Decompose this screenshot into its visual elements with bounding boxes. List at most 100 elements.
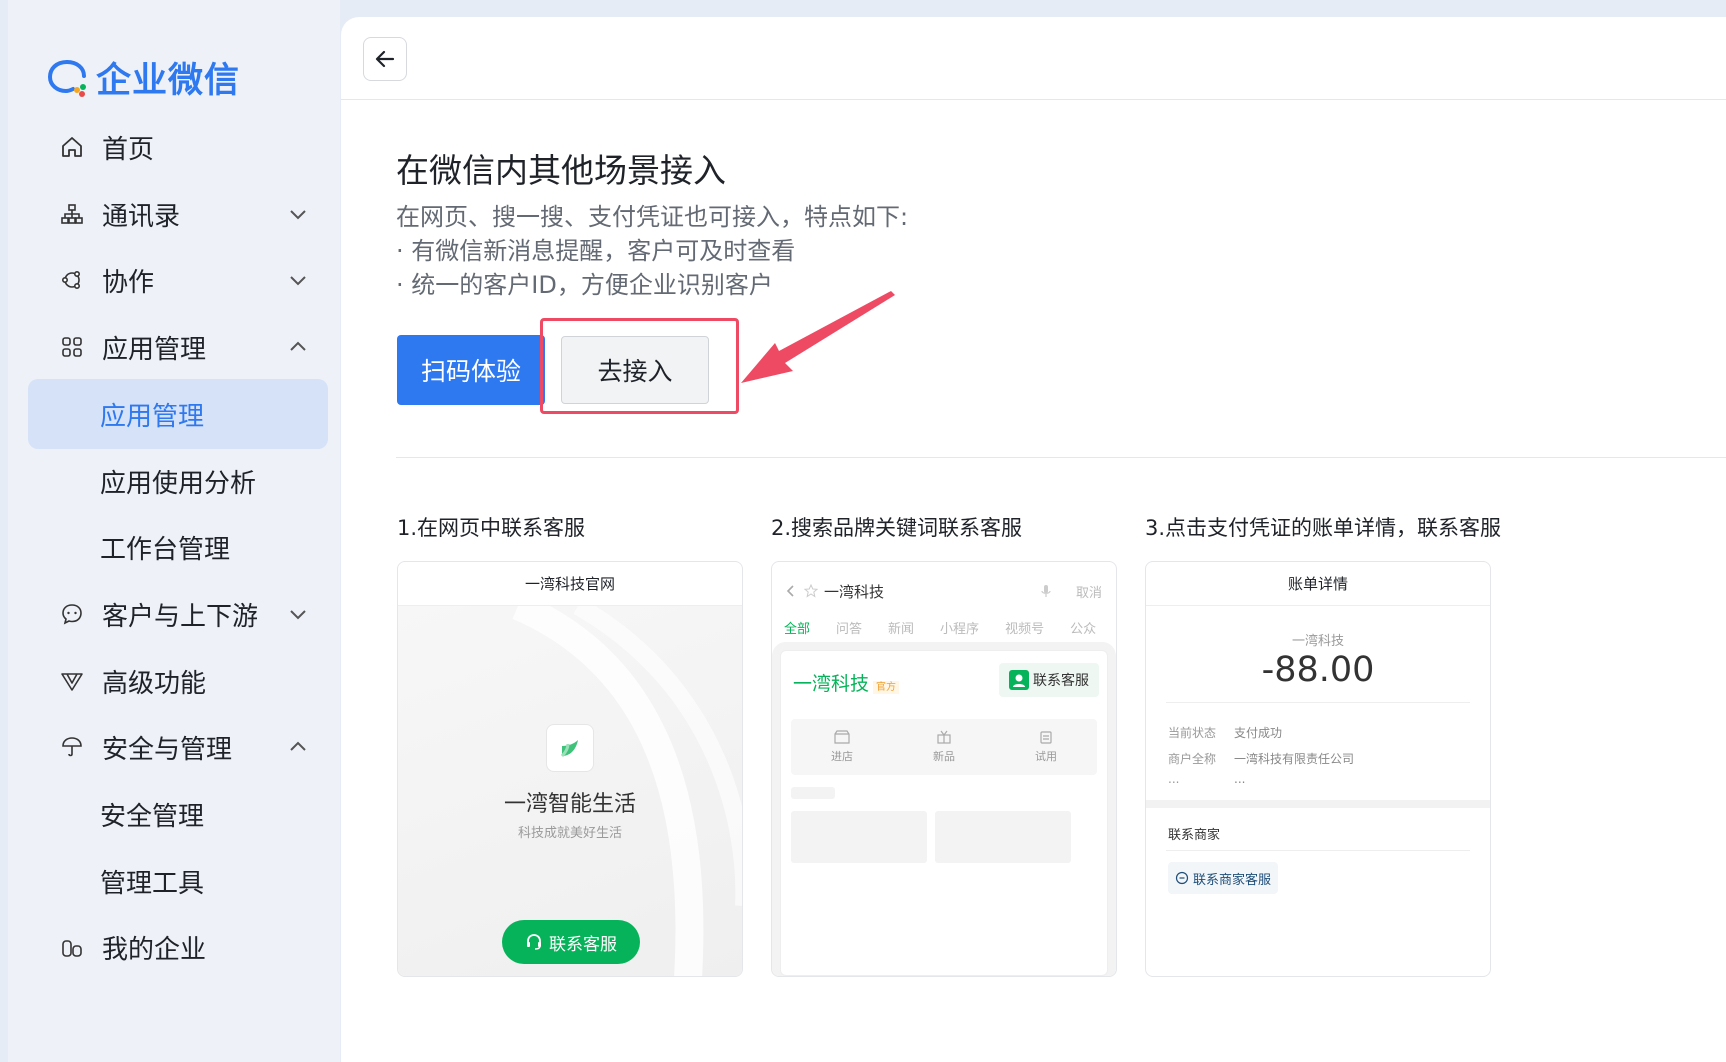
sidebar-item-advanced[interactable]: 高级功能 bbox=[28, 646, 328, 716]
tab-channels: 视频号 bbox=[1005, 622, 1045, 637]
contact-cs-label: 联系客服 bbox=[1033, 673, 1089, 689]
headset-icon bbox=[527, 934, 541, 950]
tab-official: 公众 bbox=[1070, 622, 1097, 637]
bill-row-key: ... bbox=[1168, 772, 1180, 786]
logo-text: 企业微信 bbox=[96, 61, 241, 101]
diamond-icon bbox=[58, 667, 86, 695]
main-panel: 在微信内其他场景接入 在网页、搜一搜、支付凭证也可接入，特点如下: · 有微信新… bbox=[341, 17, 1726, 1062]
quick-actions: 进店 新品 试用 bbox=[791, 719, 1097, 775]
brand-title: 一湾科技 官方 bbox=[793, 669, 900, 696]
brand-slogan: 科技成就美好生活 bbox=[517, 826, 622, 841]
umbrella-icon bbox=[58, 733, 86, 761]
chevron-down-icon bbox=[290, 610, 306, 620]
divider bbox=[396, 457, 1726, 458]
chevron-down-icon bbox=[290, 276, 306, 286]
tab-all: 全部 bbox=[784, 622, 811, 637]
brand-name: 一湾智能生活 bbox=[503, 792, 636, 817]
bill-row: ... ... bbox=[1168, 772, 1245, 786]
placeholder-block bbox=[935, 811, 1071, 863]
step-label: 3.点击支付凭证的账单详情，联系客服 bbox=[1145, 516, 1502, 540]
sidebar-item-collab[interactable]: 协作 bbox=[28, 245, 328, 315]
chevron-up-icon bbox=[290, 341, 306, 351]
tab-miniprogram: 小程序 bbox=[940, 622, 980, 637]
bill-row-value: 一湾科技有限责任公司 bbox=[1234, 752, 1355, 766]
sidebar-item-label: 工作台管理 bbox=[100, 534, 231, 565]
brand-name: 一湾科技 bbox=[793, 673, 870, 695]
contact-cs-button: 联系客服 bbox=[999, 663, 1099, 697]
bill-amount: -88.00 bbox=[1261, 650, 1375, 690]
preview-card-webpage: 一湾科技官网 一湾智能生活 科技成就美好生活 联系客服 bbox=[397, 561, 743, 977]
card-body: 一湾智能生活 科技成就美好生活 联系客服 bbox=[398, 606, 742, 976]
sidebar-item-label: 协作 bbox=[102, 267, 155, 298]
bill-row: 当前状态 支付成功 bbox=[1168, 724, 1282, 741]
contact-merchant-label: 联系商家 bbox=[1168, 828, 1221, 843]
page-title: 在微信内其他场景接入 bbox=[396, 151, 726, 190]
gift-icon bbox=[937, 730, 951, 744]
sidebar-item-contacts[interactable]: 通讯录 bbox=[28, 179, 328, 249]
sidebar-item-my-company[interactable]: 我的企业 bbox=[28, 912, 328, 982]
bill-row-value: 支付成功 bbox=[1234, 726, 1283, 740]
quick-action-new: 新品 bbox=[893, 719, 995, 775]
contact-cs-label: 联系客服 bbox=[549, 934, 617, 955]
sidebar-item-label: 高级功能 bbox=[102, 668, 207, 699]
sidebar-subitem-security-mgmt[interactable]: 安全管理 bbox=[28, 779, 328, 849]
sidebar-item-home[interactable]: 首页 bbox=[28, 112, 328, 182]
sidebar-subitem-workbench[interactable]: 工作台管理 bbox=[28, 512, 328, 582]
star-icon bbox=[804, 584, 818, 598]
sidebar-item-label: 应用管理 bbox=[100, 401, 205, 432]
sidebar-item-label: 首页 bbox=[102, 134, 155, 165]
chat-bubble-icon bbox=[1175, 871, 1189, 885]
scan-experience-button[interactable]: 扫码体验 bbox=[397, 335, 545, 405]
quick-action-label: 新品 bbox=[933, 750, 955, 763]
org-chart-icon bbox=[58, 200, 86, 228]
chevron-down-icon bbox=[290, 210, 306, 220]
official-badge: 官方 bbox=[873, 681, 900, 694]
description-line: · 统一的客户ID，方便企业识别客户 bbox=[396, 271, 773, 299]
sidebar-item-label: 应用使用分析 bbox=[100, 468, 257, 499]
card-header: 一湾科技官网 bbox=[398, 562, 742, 606]
highlight-box bbox=[540, 318, 739, 414]
sidebar-item-label: 客户与上下游 bbox=[102, 601, 259, 632]
sidebar-item-label: 我的企业 bbox=[102, 934, 207, 965]
back-button[interactable] bbox=[363, 37, 407, 81]
quick-action-label: 试用 bbox=[1035, 750, 1057, 763]
support-agent-icon bbox=[1009, 670, 1029, 690]
tab-news: 新闻 bbox=[888, 622, 915, 637]
sidebar-item-label: 应用管理 bbox=[102, 334, 207, 365]
sidebar-subitem-app-mgmt[interactable]: 应用管理 bbox=[28, 379, 328, 449]
quick-action-store: 进店 bbox=[791, 719, 893, 775]
chevron-up-icon bbox=[290, 741, 306, 751]
quick-action-label: 进店 bbox=[831, 750, 853, 763]
sidebar-item-app-mgmt[interactable]: 应用管理 bbox=[28, 312, 328, 382]
sidebar-item-label: 安全管理 bbox=[100, 801, 205, 832]
brand-result-panel: 一湾科技 官方 联系客服 进店 新品 试用 bbox=[780, 650, 1108, 976]
clipboard-icon bbox=[1040, 731, 1052, 744]
contact-merchant-cs-button: 联系商家客服 bbox=[1168, 862, 1278, 894]
sidebar-item-security[interactable]: 安全与管理 bbox=[28, 712, 328, 782]
divider bbox=[1166, 702, 1470, 703]
description-line: 在网页、搜一搜、支付凭证也可接入，特点如下: bbox=[396, 203, 909, 231]
arrow-left-icon bbox=[375, 50, 395, 68]
building-icon bbox=[58, 933, 86, 961]
sidebar-subitem-app-usage[interactable]: 应用使用分析 bbox=[28, 446, 328, 516]
wecom-logo[interactable]: 企业微信 bbox=[46, 52, 240, 103]
brand-logo-icon bbox=[546, 724, 594, 772]
step-label: 1.在网页中联系客服 bbox=[397, 516, 586, 540]
placeholder-bar bbox=[791, 787, 835, 799]
tab-qa: 问答 bbox=[836, 622, 863, 637]
store-icon bbox=[834, 730, 850, 744]
chevron-left-icon bbox=[786, 585, 794, 597]
bill-row-key: 当前状态 bbox=[1168, 726, 1217, 740]
grid-icon bbox=[58, 333, 86, 361]
sidebar-subitem-tools[interactable]: 管理工具 bbox=[28, 846, 328, 916]
sidebar-item-customers[interactable]: 客户与上下游 bbox=[28, 579, 328, 649]
step-label: 2.搜索品牌关键词联系客服 bbox=[771, 516, 1023, 540]
description-line: · 有微信新消息提醒，客户可及时查看 bbox=[396, 237, 796, 265]
bill-merchant: 一湾科技 bbox=[1291, 634, 1344, 649]
placeholder-block bbox=[791, 811, 927, 863]
search-query: 一湾科技 bbox=[824, 582, 885, 601]
divider bbox=[1166, 850, 1470, 851]
card-header: 账单详情 bbox=[1146, 562, 1490, 606]
contact-cs-button: 联系客服 bbox=[502, 920, 640, 964]
home-icon bbox=[58, 133, 86, 161]
